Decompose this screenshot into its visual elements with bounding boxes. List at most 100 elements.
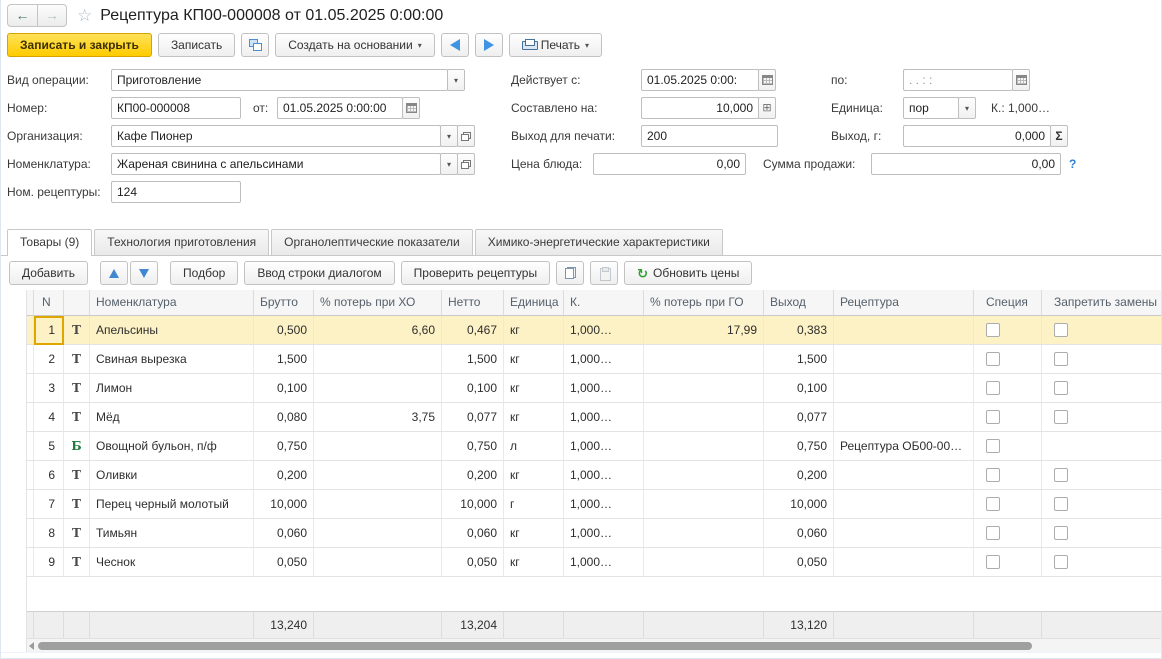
cell-gross[interactable]: 0,060 bbox=[254, 519, 314, 548]
save-button[interactable]: Записать bbox=[158, 33, 235, 57]
cell-recipe[interactable] bbox=[834, 490, 974, 519]
cell-output[interactable]: 0,750 bbox=[764, 432, 834, 461]
cell-unit[interactable]: кг bbox=[504, 316, 564, 345]
number-field[interactable]: КП00-000008 bbox=[111, 97, 241, 119]
cell-recipe[interactable]: Рецептура ОБ00-00… bbox=[834, 432, 974, 461]
forbid-checkbox[interactable] bbox=[1054, 497, 1068, 511]
cell-n[interactable]: 7 bbox=[34, 490, 64, 519]
cell-forbid[interactable] bbox=[1042, 461, 1161, 490]
sale-sum-help-icon[interactable]: ? bbox=[1069, 153, 1076, 175]
cell-spice[interactable] bbox=[974, 403, 1042, 432]
move-row-up-button[interactable] bbox=[100, 261, 128, 285]
compiled-for-field[interactable]: 10,000 bbox=[641, 97, 759, 119]
cell-name[interactable]: Чеснок bbox=[90, 548, 254, 577]
cell-output[interactable]: 1,500 bbox=[764, 345, 834, 374]
spice-checkbox[interactable] bbox=[986, 526, 1000, 540]
cell-type[interactable]: Т bbox=[64, 461, 90, 490]
tab-technology[interactable]: Технология приготовления bbox=[94, 229, 269, 255]
forbid-checkbox[interactable] bbox=[1054, 381, 1068, 395]
cell-n[interactable]: 6 bbox=[34, 461, 64, 490]
valid-to-calendar-button[interactable] bbox=[1012, 69, 1030, 91]
tab-organoleptic[interactable]: Органолептические показатели bbox=[271, 229, 473, 255]
cell-unit[interactable]: кг bbox=[504, 374, 564, 403]
cell-gross[interactable]: 0,750 bbox=[254, 432, 314, 461]
save-and-close-button[interactable]: Записать и закрыть bbox=[7, 33, 152, 57]
sale-sum-field[interactable]: 0,00 bbox=[871, 153, 1061, 175]
cell-recipe[interactable] bbox=[834, 519, 974, 548]
cell-n[interactable]: 3 bbox=[34, 374, 64, 403]
cell-forbid[interactable] bbox=[1042, 519, 1161, 548]
cell-loss_hot[interactable] bbox=[644, 345, 764, 374]
cell-loss_cold[interactable]: 6,60 bbox=[314, 316, 442, 345]
cell-type[interactable]: Б bbox=[64, 432, 90, 461]
header-unit[interactable]: Единица bbox=[504, 290, 564, 316]
organization-field[interactable]: Кафе Пионер bbox=[111, 125, 441, 147]
cell-name[interactable]: Свиная вырезка bbox=[90, 345, 254, 374]
cell-k[interactable]: 1,000… bbox=[564, 316, 644, 345]
cell-spice[interactable] bbox=[974, 374, 1042, 403]
scrollbar-thumb[interactable] bbox=[38, 642, 1032, 650]
check-recipes-button[interactable]: Проверить рецептуры bbox=[401, 261, 550, 285]
valid-from-field[interactable]: 01.05.2025 0:00: bbox=[641, 69, 759, 91]
header-k[interactable]: К. bbox=[564, 290, 644, 316]
cell-name[interactable]: Мёд bbox=[90, 403, 254, 432]
cell-forbid[interactable] bbox=[1042, 490, 1161, 519]
cell-name[interactable]: Тимьян bbox=[90, 519, 254, 548]
cell-output[interactable]: 0,060 bbox=[764, 519, 834, 548]
operation-dropdown-button[interactable]: ▾ bbox=[447, 69, 465, 91]
cell-k[interactable]: 1,000… bbox=[564, 403, 644, 432]
cell-recipe[interactable] bbox=[834, 403, 974, 432]
cell-loss_hot[interactable] bbox=[644, 548, 764, 577]
cell-name[interactable]: Лимон bbox=[90, 374, 254, 403]
cell-n[interactable]: 4 bbox=[34, 403, 64, 432]
cell-unit[interactable]: кг bbox=[504, 403, 564, 432]
cell-type[interactable]: Т bbox=[64, 374, 90, 403]
cell-net[interactable]: 0,200 bbox=[442, 461, 504, 490]
date-from-field[interactable]: 01.05.2025 0:00:00 bbox=[277, 97, 403, 119]
cell-n[interactable]: 2 bbox=[34, 345, 64, 374]
cell-net[interactable]: 0,050 bbox=[442, 548, 504, 577]
cell-k[interactable]: 1,000… bbox=[564, 432, 644, 461]
spice-checkbox[interactable] bbox=[986, 468, 1000, 482]
header-loss-hot[interactable]: % потерь при ГО bbox=[644, 290, 764, 316]
horizontal-scrollbar[interactable] bbox=[27, 638, 1161, 652]
cell-net[interactable]: 10,000 bbox=[442, 490, 504, 519]
cell-gross[interactable]: 0,050 bbox=[254, 548, 314, 577]
cell-type[interactable]: Т bbox=[64, 490, 90, 519]
header-net[interactable]: Нетто bbox=[442, 290, 504, 316]
cell-net[interactable]: 1,500 bbox=[442, 345, 504, 374]
create-on-basis-button[interactable]: Создать на основании▾ bbox=[275, 33, 435, 57]
cell-type[interactable]: Т bbox=[64, 316, 90, 345]
print-button[interactable]: Печать▾ bbox=[509, 33, 602, 57]
cell-k[interactable]: 1,000… bbox=[564, 490, 644, 519]
cell-net[interactable]: 0,060 bbox=[442, 519, 504, 548]
tab-goods[interactable]: Товары (9) bbox=[7, 229, 92, 256]
cell-forbid[interactable] bbox=[1042, 432, 1161, 461]
output-g-field[interactable]: 0,000 bbox=[903, 125, 1051, 147]
cell-loss_hot[interactable] bbox=[644, 490, 764, 519]
dish-price-field[interactable]: 0,00 bbox=[593, 153, 746, 175]
cell-loss_cold[interactable] bbox=[314, 548, 442, 577]
cell-k[interactable]: 1,000… bbox=[564, 461, 644, 490]
cell-output[interactable]: 0,100 bbox=[764, 374, 834, 403]
cell-recipe[interactable] bbox=[834, 345, 974, 374]
cell-name[interactable]: Овощной бульон, п/ф bbox=[90, 432, 254, 461]
update-prices-button[interactable]: ↻Обновить цены bbox=[624, 261, 752, 285]
cell-n[interactable]: 5 bbox=[34, 432, 64, 461]
header-output[interactable]: Выход bbox=[764, 290, 834, 316]
copy-row-button[interactable] bbox=[556, 261, 584, 285]
pick-button[interactable]: Подбор bbox=[170, 261, 238, 285]
cell-gross[interactable]: 0,100 bbox=[254, 374, 314, 403]
unit-dropdown-button[interactable]: ▾ bbox=[958, 97, 976, 119]
recipe-number-field[interactable]: 124 bbox=[111, 181, 241, 203]
forbid-checkbox[interactable] bbox=[1054, 468, 1068, 482]
compiled-for-calc-button[interactable]: ⊞ bbox=[758, 97, 776, 119]
header-n[interactable]: N bbox=[34, 290, 64, 316]
cell-k[interactable]: 1,000… bbox=[564, 374, 644, 403]
add-row-button[interactable]: Добавить bbox=[9, 261, 88, 285]
cell-spice[interactable] bbox=[974, 432, 1042, 461]
cell-forbid[interactable] bbox=[1042, 374, 1161, 403]
cell-gross[interactable]: 1,500 bbox=[254, 345, 314, 374]
cell-unit[interactable]: кг bbox=[504, 519, 564, 548]
forward-button[interactable]: → bbox=[37, 5, 66, 26]
